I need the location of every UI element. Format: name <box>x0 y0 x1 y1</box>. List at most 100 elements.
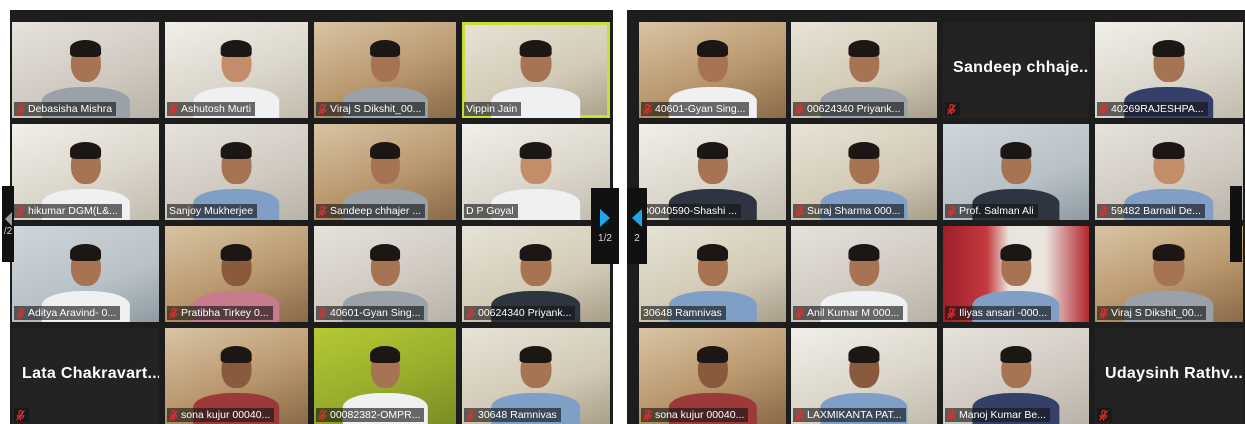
participant-name: 30648 Ramnivas <box>643 307 722 319</box>
participant-name: D P Goyal <box>466 205 514 217</box>
participant-name-tag <box>14 408 29 422</box>
participant-name-tag: Aditya Aravind- 0... <box>14 306 121 320</box>
muted-mic-icon <box>466 409 475 421</box>
participant-tile[interactable]: 00040590-Shashi ... <box>639 124 786 220</box>
participant-name: Manoj Kumar Be... <box>959 409 1046 421</box>
participant-name-tag <box>1097 408 1112 422</box>
participant-tile[interactable]: D P Goyal <box>462 124 610 220</box>
participant-tile[interactable]: Viraj S Dikshit_00... <box>314 22 456 118</box>
next-page-edge-button[interactable] <box>1230 186 1242 262</box>
participant-name-tag: 00624340 Priyank... <box>793 102 905 116</box>
participant-name-tag: Anil Kumar M 000... <box>793 306 904 320</box>
participant-tile[interactable]: Aditya Aravind- 0... <box>12 226 159 322</box>
participant-name-tag: 40601-Gyan Sing... <box>316 306 425 320</box>
participant-tile[interactable]: 00624340 Priyank... <box>462 226 610 322</box>
participant-name-tag: LAXMIKANTA PAT... <box>793 408 906 422</box>
participant-name-tag: Sanjoy Mukherjee <box>167 204 258 218</box>
muted-mic-icon <box>318 103 327 115</box>
muted-mic-icon <box>947 103 956 115</box>
participant-tile[interactable]: Manoj Kumar Be... <box>943 328 1089 424</box>
participant-name: Vippin Jain <box>466 103 518 115</box>
participant-name-tag: sona kujur 00040... <box>167 408 275 422</box>
muted-mic-icon <box>16 307 25 319</box>
participant-name: Iliyas ansari -000... <box>959 307 1048 319</box>
participant-name-tag: D P Goyal <box>464 204 518 218</box>
participant-name-tag: 40269RAJESHPA... <box>1097 102 1208 116</box>
participant-tile[interactable]: 00624340 Priyank... <box>791 22 937 118</box>
participant-tile[interactable]: Lata Chakravart... <box>12 328 159 424</box>
participant-name-tag: 40601-Gyan Sing... <box>641 102 750 116</box>
participant-name: 00624340 Priyank... <box>478 307 572 319</box>
participant-name: Suraj Sharma 000... <box>807 205 901 217</box>
muted-mic-icon <box>466 307 475 319</box>
participant-name-tag: sona kujur 00040... <box>641 408 749 422</box>
muted-mic-icon <box>169 307 178 319</box>
participant-name-tag: 59482 Barnali De... <box>1097 204 1205 218</box>
participant-name-tag: Prof. Salman Ali <box>945 204 1038 218</box>
arrow-left-icon <box>632 208 642 227</box>
participant-name-tag: 00040590-Shashi ... <box>641 204 741 218</box>
participant-tile[interactable]: 59482 Barnali De... <box>1095 124 1243 220</box>
participant-name: hikumar DGM(L&... <box>28 205 118 217</box>
participant-tile[interactable]: Debasisha Mishra <box>12 22 159 118</box>
muted-mic-icon <box>16 103 25 115</box>
participant-tile[interactable]: 40269RAJESHPA... <box>1095 22 1243 118</box>
participant-name: 00082382-OMPR... <box>330 409 421 421</box>
participant-tile[interactable]: Prof. Salman Ali <box>943 124 1089 220</box>
participant-tile[interactable]: Suraj Sharma 000... <box>791 124 937 220</box>
participant-display-name: Udaysinh Rathv... <box>1105 365 1243 383</box>
participant-tile[interactable]: Anil Kumar M 000... <box>791 226 937 322</box>
previous-page-button[interactable]: 2 <box>627 188 647 264</box>
muted-mic-icon <box>318 409 327 421</box>
participant-name-tag: 30648 Ramnivas <box>641 306 726 320</box>
participant-tile[interactable]: hikumar DGM(L&... <box>12 124 159 220</box>
muted-mic-icon <box>947 409 956 421</box>
participant-name: Pratibha Tirkey 0... <box>181 307 269 319</box>
participant-name-tag: Debasisha Mishra <box>14 102 117 116</box>
participant-tile[interactable]: 40601-Gyan Sing... <box>639 22 786 118</box>
muted-mic-icon <box>795 103 804 115</box>
participant-tile[interactable]: LAXMIKANTA PAT... <box>791 328 937 424</box>
participant-tile[interactable]: Sandeep chhaje... <box>943 22 1089 118</box>
participant-name-tag: Suraj Sharma 000... <box>793 204 905 218</box>
participant-name: 40269RAJESHPA... <box>1111 103 1204 115</box>
participant-tile[interactable]: Pratibha Tirkey 0... <box>165 226 308 322</box>
participant-name-tag: 00624340 Priyank... <box>464 306 576 320</box>
participant-tile[interactable]: Sandeep chhajer ... <box>314 124 456 220</box>
participant-tile[interactable]: 40601-Gyan Sing... <box>314 226 456 322</box>
participant-tile[interactable]: Sanjoy Mukherjee <box>165 124 308 220</box>
muted-mic-icon <box>169 409 178 421</box>
participant-name: Aditya Aravind- 0... <box>28 307 117 319</box>
participant-name-tag: 30648 Ramnivas <box>464 408 561 422</box>
participant-name: LAXMIKANTA PAT... <box>807 409 902 421</box>
participant-tile[interactable]: 30648 Ramnivas <box>639 226 786 322</box>
previous-page-edge-button[interactable]: /2 <box>2 186 14 262</box>
participant-name-tag: Vippin Jain <box>464 102 522 116</box>
meeting-gallery-page-1: Debasisha Mishra Ashutosh Murti Viraj S Di… <box>10 10 613 424</box>
participant-tile[interactable]: Ashutosh Murti <box>165 22 308 118</box>
participant-tile[interactable]: 00082382-OMPR... <box>314 328 456 424</box>
participant-tile[interactable]: Vippin Jain <box>462 22 610 118</box>
next-page-button[interactable]: 1/2 <box>591 188 619 264</box>
participant-name: Sanjoy Mukherjee <box>169 205 254 217</box>
muted-mic-icon <box>947 307 956 319</box>
participant-name: 40601-Gyan Sing... <box>330 307 421 319</box>
participant-name: sona kujur 00040... <box>655 409 745 421</box>
participant-tile[interactable]: sona kujur 00040... <box>165 328 308 424</box>
page-indicator: 2 <box>634 232 640 244</box>
participant-tile[interactable]: 30648 Ramnivas <box>462 328 610 424</box>
arrow-right-icon <box>600 208 610 227</box>
participant-name-tag: hikumar DGM(L&... <box>14 204 122 218</box>
muted-mic-icon <box>947 205 956 217</box>
participant-name: 30648 Ramnivas <box>478 409 557 421</box>
participant-name: Anil Kumar M 000... <box>807 307 900 319</box>
participant-name: Viraj S Dikshit_00... <box>330 103 422 115</box>
participant-tile[interactable]: Udaysinh Rathv... <box>1095 328 1243 424</box>
participant-name: 59482 Barnali De... <box>1111 205 1201 217</box>
muted-mic-icon <box>318 205 327 217</box>
participant-tile[interactable]: Iliyas ansari -000... <box>943 226 1089 322</box>
participant-tile[interactable]: Viraj S Dikshit_00... <box>1095 226 1243 322</box>
participant-name: Sandeep chhajer ... <box>330 205 422 217</box>
participant-tile[interactable]: sona kujur 00040... <box>639 328 786 424</box>
participant-name: 00040590-Shashi ... <box>643 205 737 217</box>
